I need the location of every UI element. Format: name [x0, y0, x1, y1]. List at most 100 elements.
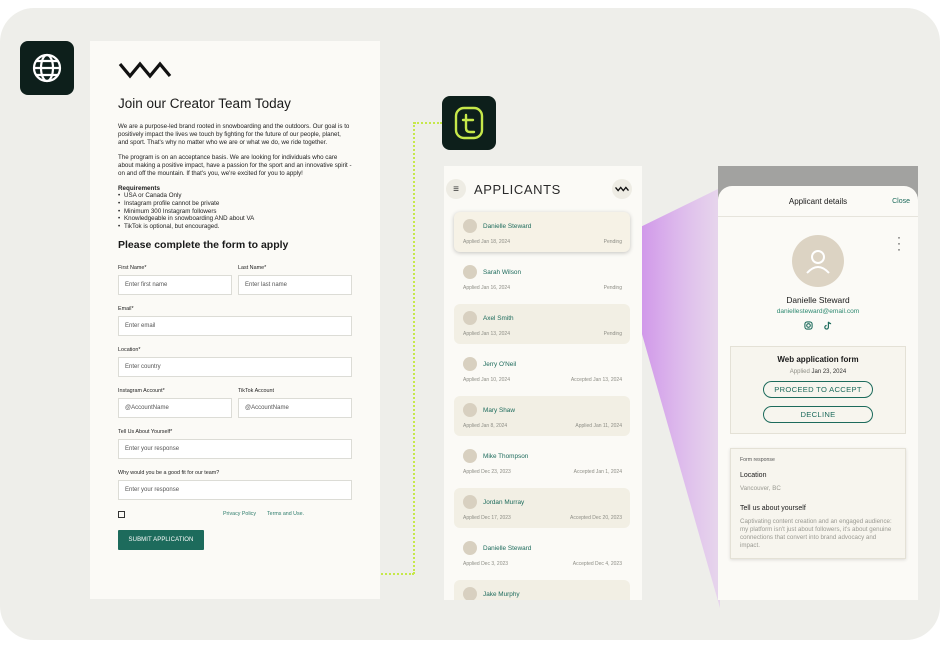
avatar: [463, 219, 477, 233]
avatar: [463, 265, 477, 279]
applicant-card[interactable]: Jordan Murray Applied Dec 17, 2023 Accept…: [454, 488, 630, 528]
tiktok-icon[interactable]: [823, 321, 832, 332]
application-form: Join our Creator Team Today We are a pur…: [90, 41, 380, 599]
last-name-label: Last Name*: [238, 264, 267, 271]
applicant-name: Mike Thompson: [483, 452, 529, 460]
connector-line: [414, 122, 442, 124]
requirement-item: TikTok is optional, but encouraged.: [118, 223, 352, 231]
intro-paragraph: The program is on an acceptance basis. W…: [118, 154, 352, 177]
email-input[interactable]: Enter email: [118, 315, 352, 336]
status-text: Pending: [603, 239, 622, 245]
canvas: Join our Creator Team Today We are a pur…: [0, 8, 940, 640]
applicant-card[interactable]: Sarah Wilson Applied Jan 16, 2024 Pending: [454, 258, 630, 298]
requirement-item: Instagram profile cannot be private: [118, 200, 352, 208]
location-value: Vancouver, BC: [740, 485, 781, 492]
detail-title: Applicant details: [788, 196, 848, 206]
avatar: [463, 311, 477, 325]
avatar: [463, 449, 477, 463]
form-response-caption: Form response: [740, 457, 775, 463]
requirement-item: USA or Canada Only: [118, 192, 352, 200]
status-text: Applied Jan 11, 2024: [575, 423, 622, 429]
about-label: Tell us about yourself: [740, 505, 806, 512]
intro-paragraph: We are a purpose-led brand rooted in sno…: [118, 123, 350, 146]
applied-date: Applied Jan 8, 2024: [463, 423, 508, 429]
applied-date: Applied Jan 16, 2024: [463, 285, 510, 291]
requirement-item: Knowledgeable in snowboarding AND about …: [118, 215, 352, 223]
more-options-icon[interactable]: · · ·: [897, 231, 901, 255]
applicant-card[interactable]: Axel Smith Applied Jan 13, 2024 Pending: [454, 304, 630, 344]
agree-checkbox[interactable]: [118, 510, 125, 518]
instagram-input[interactable]: @AccountName: [118, 397, 232, 418]
email-label: Email*: [118, 305, 134, 312]
applicant-card[interactable]: Jake Murphy: [454, 580, 630, 600]
tiktok-label: TikTok Account: [238, 387, 275, 394]
last-name-input[interactable]: Enter last name: [238, 274, 352, 295]
applicant-email[interactable]: daniellesteward@email.com: [718, 308, 918, 315]
status-text: Accepted Dec 20, 2023: [570, 515, 622, 521]
applicant-card[interactable]: Jerry O'Neil Applied Jan 10, 2024 Accepte…: [454, 350, 630, 390]
terms-link[interactable]: Terms and Use.: [267, 511, 304, 517]
form-heading: Join our Creator Team Today: [118, 96, 291, 111]
location-input[interactable]: Enter country: [118, 356, 352, 377]
status-text: Accepted Dec 4, 2023: [572, 561, 622, 567]
applicants-panel: ≡ APPLICANTS Danielle Steward Applied Ja…: [444, 166, 642, 600]
applied-date: Applied Jan 13, 2024: [463, 331, 510, 337]
avatar: [463, 357, 477, 371]
about-value: Captivating content creation and an enga…: [740, 518, 892, 549]
avatar: [463, 495, 477, 509]
applicant-card[interactable]: Mary Shaw Applied Jan 8, 2024 Applied Jan…: [454, 396, 630, 436]
proceed-to-accept-button[interactable]: PROCEED TO ACCEPT: [763, 381, 873, 398]
globe-icon: [20, 41, 74, 95]
first-name-label: First Name*: [118, 264, 147, 271]
applicant-name: Jerry O'Neil: [483, 360, 517, 368]
applied-date: Applied Dec 3, 2023: [463, 561, 509, 567]
applicant-name: Danielle Steward: [786, 295, 850, 305]
applicant-name: Mary Shaw: [483, 406, 515, 414]
tiktok-input[interactable]: @AccountName: [238, 397, 352, 418]
fit-input[interactable]: Enter your response: [118, 479, 352, 500]
applicants-title: APPLICANTS: [474, 181, 561, 197]
status-text: Pending: [603, 285, 622, 291]
location-label: Location: [740, 472, 767, 479]
applied-date: Applied Dec 17, 2023: [463, 515, 511, 521]
brand-logo: [118, 61, 352, 84]
decline-button[interactable]: DECLINE: [763, 406, 873, 423]
requirements-list: USA or Canada Only Instagram profile can…: [118, 192, 352, 231]
first-name-input[interactable]: Enter first name: [118, 274, 232, 295]
connector-line: [413, 122, 415, 574]
applicant-name: Jake Murphy: [483, 590, 520, 598]
form-response-card: Form response Location Vancouver, BC Tel…: [730, 448, 906, 559]
applicant-card[interactable]: Danielle Steward Applied Dec 3, 2023 Acce…: [454, 534, 630, 574]
divider: [718, 216, 918, 217]
brand-logo-icon: [612, 179, 632, 199]
instagram-icon[interactable]: [804, 321, 813, 332]
avatar: [792, 235, 844, 287]
status-text: Accepted Jan 13, 2024: [570, 377, 622, 383]
applicant-name: Danielle Steward: [483, 222, 532, 230]
applicant-name: Axel Smith: [483, 314, 514, 322]
privacy-policy-link[interactable]: Privacy Policy: [223, 511, 256, 517]
about-label: Tell Us About Yourself*: [118, 428, 173, 435]
applicant-name: Jordan Murray: [483, 498, 525, 506]
submit-application-button[interactable]: SUBMIT APPLICATION: [118, 529, 204, 550]
about-input[interactable]: Enter your response: [118, 438, 352, 459]
instagram-label: Instagram Account*: [118, 387, 165, 394]
requirement-item: Minimum 300 Instagram followers: [118, 208, 352, 216]
menu-icon[interactable]: ≡: [446, 179, 466, 199]
applicant-card[interactable]: Danielle Steward Applied Jan 18, 2024 Pen…: [454, 212, 630, 252]
avatar: [463, 541, 477, 555]
fit-label: Why would you be a good fit for our team…: [118, 469, 220, 476]
web-application-card: Web application form Applied Jan 23, 202…: [730, 346, 906, 434]
applied-date: Applied Jan 23, 2024: [789, 369, 847, 375]
avatar: [463, 403, 477, 417]
applicant-name: Sarah Wilson: [483, 268, 522, 276]
form-subheading: Please complete the form to apply: [118, 238, 289, 251]
requirements-title: Requirements: [118, 185, 160, 192]
app-logo-icon: [442, 96, 496, 150]
location-label: Location*: [118, 346, 141, 353]
applicant-card[interactable]: Mike Thompson Applied Dec 23, 2023 Accept…: [454, 442, 630, 482]
status-text: Accepted Jan 1, 2024: [573, 469, 622, 475]
applicant-name: Danielle Steward: [483, 544, 532, 552]
applied-date: Applied Jan 18, 2024: [463, 239, 510, 245]
close-button[interactable]: Close: [892, 198, 910, 205]
